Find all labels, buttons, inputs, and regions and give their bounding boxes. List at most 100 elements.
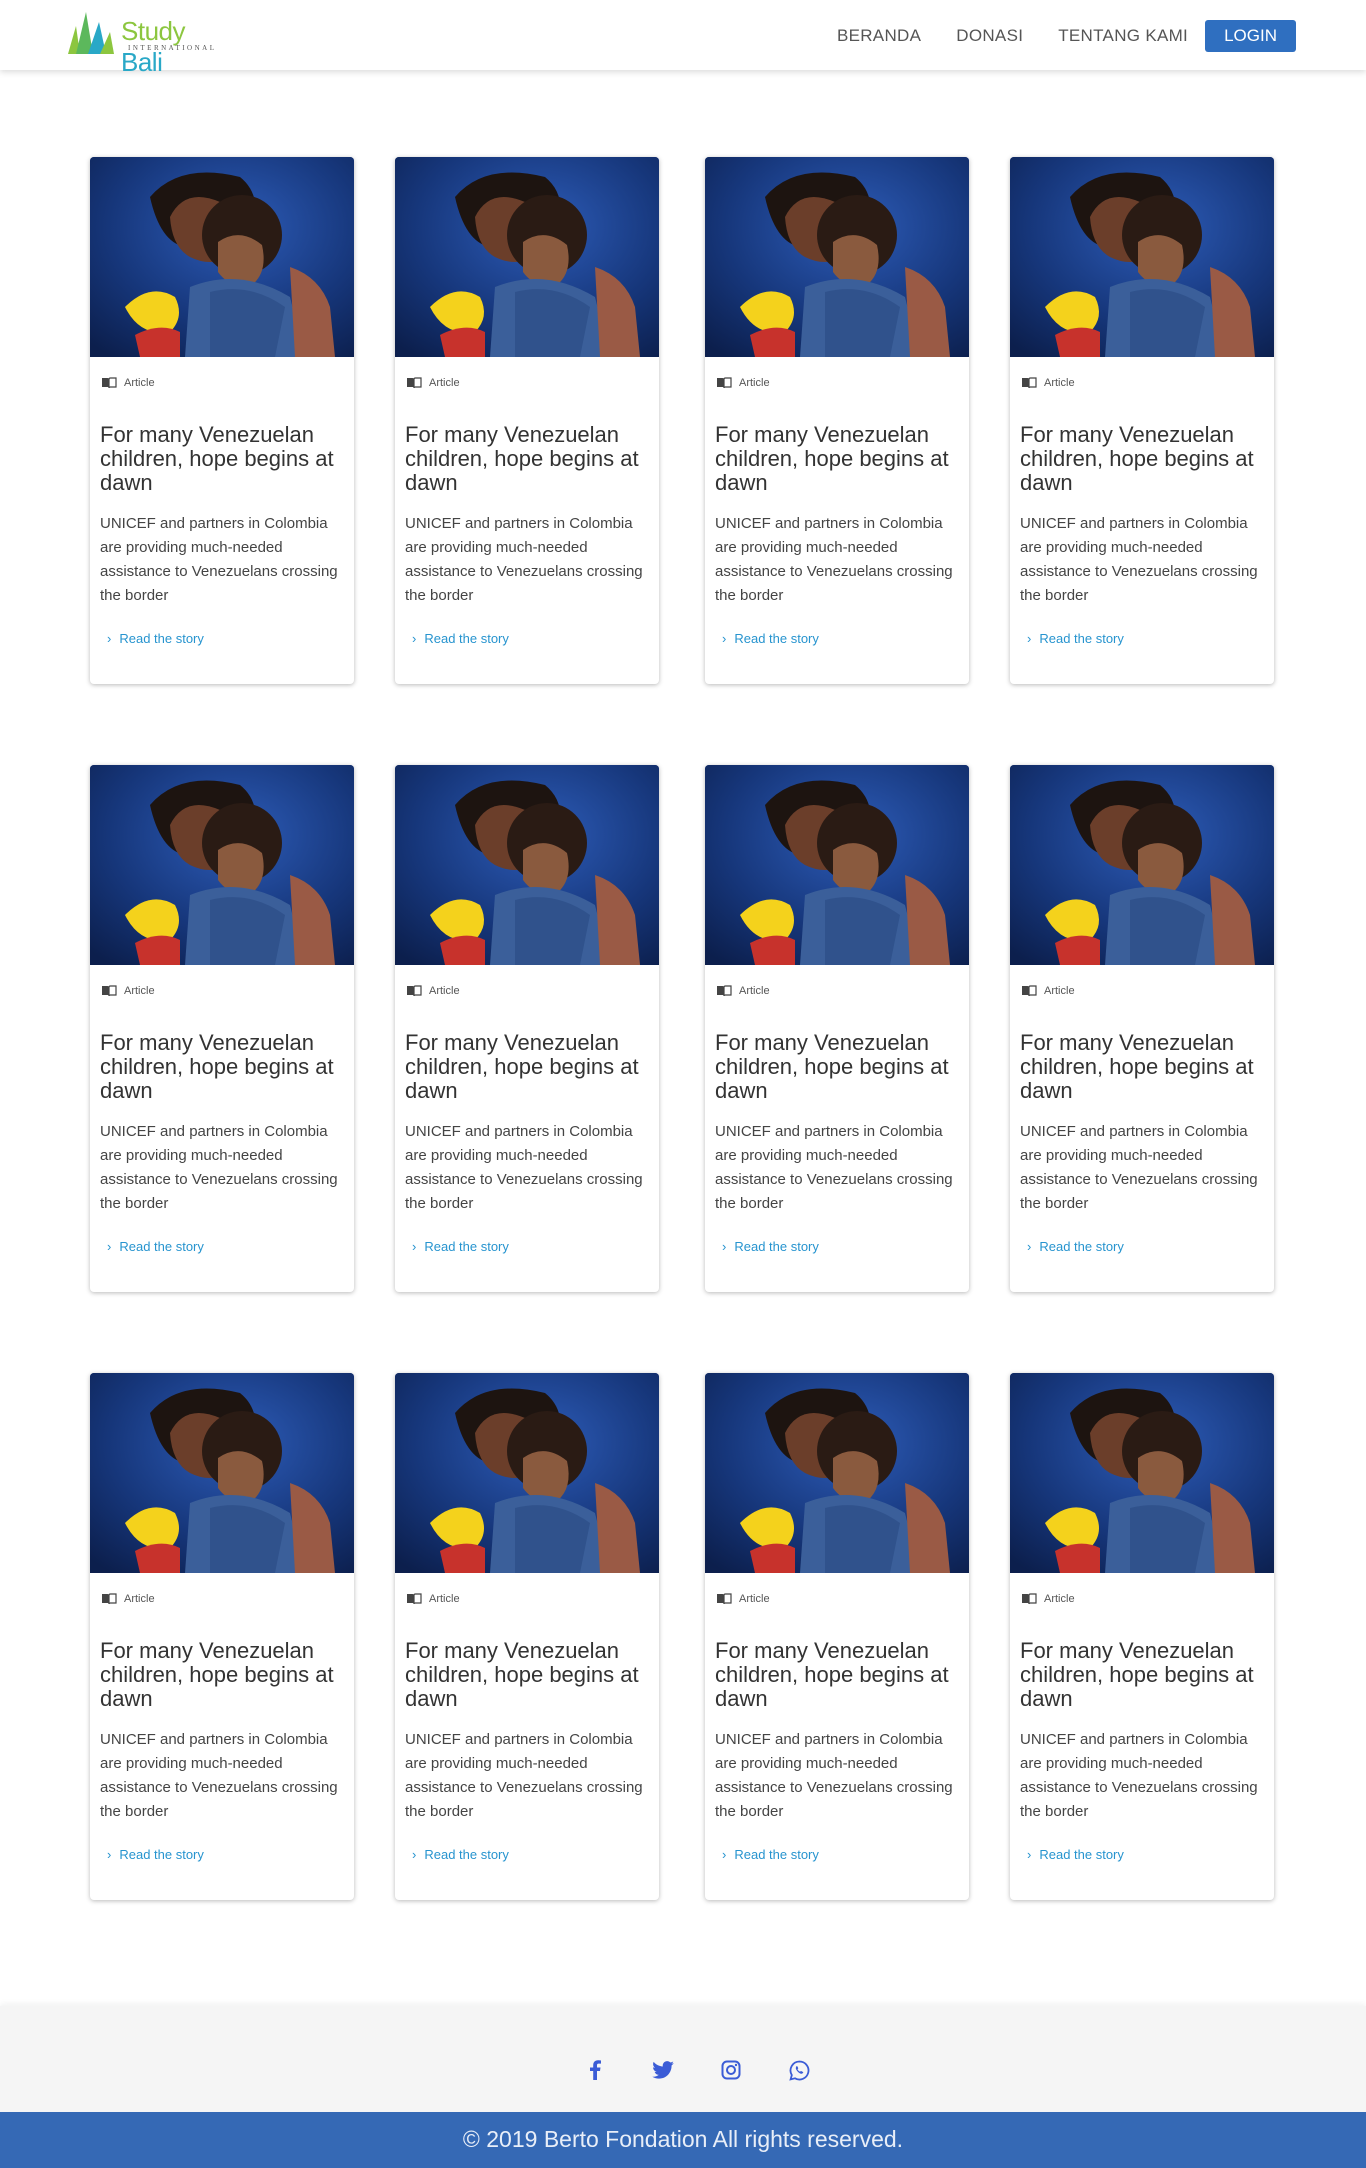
read-story-label: Read the story	[734, 631, 819, 646]
nav-donasi[interactable]: DONASI	[956, 26, 1023, 46]
card-type: Article	[406, 985, 460, 997]
card-image[interactable]	[705, 1373, 969, 1573]
read-story-label: Read the story	[734, 1239, 819, 1254]
read-story-link[interactable]: › Read the story	[1027, 1239, 1124, 1254]
book-icon	[407, 985, 422, 997]
book-icon	[102, 1593, 117, 1605]
card-title[interactable]: For many Venezuelan children, hope begin…	[1020, 423, 1260, 495]
article-photo	[395, 765, 659, 965]
card-title[interactable]: For many Venezuelan children, hope begin…	[715, 1031, 955, 1103]
brand-logo[interactable]: Study Bali INTERNATIONAL	[66, 8, 226, 77]
card-title[interactable]: For many Venezuelan children, hope begin…	[1020, 1031, 1260, 1103]
card-type: Article	[716, 1593, 770, 1605]
brand-subtitle: INTERNATIONAL	[128, 44, 217, 52]
read-story-link[interactable]: › Read the story	[722, 1239, 819, 1254]
card-image[interactable]	[90, 765, 354, 965]
read-story-link[interactable]: › Read the story	[412, 1847, 509, 1862]
instagram-icon[interactable]	[716, 2055, 746, 2085]
card-type: Article	[406, 377, 460, 389]
article-photo	[705, 1373, 969, 1573]
nav-beranda[interactable]: BERANDA	[837, 26, 921, 46]
card-type: Article	[716, 377, 770, 389]
article-card[interactable]: Article For many Venezuelan children, ho…	[1010, 1373, 1274, 1900]
read-story-label: Read the story	[424, 631, 509, 646]
article-card[interactable]: Article For many Venezuelan children, ho…	[395, 765, 659, 1292]
main-nav: BERANDA DONASI TENTANG KAMI LOGIN	[802, 20, 1296, 52]
article-card[interactable]: Article For many Venezuelan children, ho…	[1010, 157, 1274, 684]
login-button[interactable]: LOGIN	[1205, 20, 1296, 52]
read-story-label: Read the story	[119, 1847, 204, 1862]
card-type-label: Article	[429, 985, 460, 997]
card-type-label: Article	[1044, 985, 1075, 997]
nav-tentang-kami[interactable]: TENTANG KAMI	[1058, 26, 1188, 46]
card-title[interactable]: For many Venezuelan children, hope begin…	[100, 1031, 340, 1103]
card-title[interactable]: For many Venezuelan children, hope begin…	[715, 423, 955, 495]
article-photo	[705, 157, 969, 357]
book-icon	[717, 377, 732, 389]
card-type-label: Article	[739, 985, 770, 997]
chevron-right-icon: ›	[412, 631, 417, 646]
card-image[interactable]	[1010, 1373, 1274, 1573]
card-title[interactable]: For many Venezuelan children, hope begin…	[405, 1031, 645, 1103]
whatsapp-icon[interactable]	[784, 2055, 814, 2085]
book-icon	[717, 1593, 732, 1605]
card-title[interactable]: For many Venezuelan children, hope begin…	[405, 423, 645, 495]
read-story-label: Read the story	[1039, 1847, 1124, 1862]
chevron-right-icon: ›	[722, 1239, 727, 1254]
facebook-icon[interactable]	[580, 2055, 610, 2085]
twitter-icon[interactable]	[648, 2055, 678, 2085]
read-story-link[interactable]: › Read the story	[107, 1847, 204, 1862]
card-description: UNICEF and partners in Colombia are prov…	[1020, 515, 1258, 604]
card-type: Article	[101, 1593, 155, 1605]
read-story-link[interactable]: › Read the story	[722, 631, 819, 646]
chevron-right-icon: ›	[722, 631, 727, 646]
card-image[interactable]	[395, 1373, 659, 1573]
card-type-label: Article	[1044, 377, 1075, 389]
card-image[interactable]	[705, 765, 969, 965]
book-icon	[102, 985, 117, 997]
article-card[interactable]: Article For many Venezuelan children, ho…	[395, 1373, 659, 1900]
article-card[interactable]: Article For many Venezuelan children, ho…	[705, 157, 969, 684]
book-icon	[717, 985, 732, 997]
card-title[interactable]: For many Venezuelan children, hope begin…	[405, 1639, 645, 1711]
read-story-link[interactable]: › Read the story	[107, 631, 204, 646]
card-image[interactable]	[395, 157, 659, 357]
read-story-link[interactable]: › Read the story	[412, 1239, 509, 1254]
card-type: Article	[101, 377, 155, 389]
article-photo	[90, 765, 354, 965]
card-title[interactable]: For many Venezuelan children, hope begin…	[100, 423, 340, 495]
article-card[interactable]: Article For many Venezuelan children, ho…	[395, 157, 659, 684]
read-story-link[interactable]: › Read the story	[722, 1847, 819, 1862]
chevron-right-icon: ›	[107, 1239, 112, 1254]
card-image[interactable]	[1010, 157, 1274, 357]
read-story-link[interactable]: › Read the story	[1027, 631, 1124, 646]
read-story-link[interactable]: › Read the story	[412, 631, 509, 646]
article-card[interactable]: Article For many Venezuelan children, ho…	[90, 765, 354, 1292]
card-image[interactable]	[395, 765, 659, 965]
card-title[interactable]: For many Venezuelan children, hope begin…	[715, 1639, 955, 1711]
card-title[interactable]: For many Venezuelan children, hope begin…	[1020, 1639, 1260, 1711]
article-photo	[1010, 157, 1274, 357]
card-image[interactable]	[90, 157, 354, 357]
card-image[interactable]	[1010, 765, 1274, 965]
read-story-label: Read the story	[1039, 631, 1124, 646]
card-type: Article	[101, 985, 155, 997]
article-card[interactable]: Article For many Venezuelan children, ho…	[90, 1373, 354, 1900]
card-description: UNICEF and partners in Colombia are prov…	[100, 1123, 338, 1212]
read-story-link[interactable]: › Read the story	[1027, 1847, 1124, 1862]
article-card[interactable]: Article For many Venezuelan children, ho…	[705, 1373, 969, 1900]
article-card[interactable]: Article For many Venezuelan children, ho…	[1010, 765, 1274, 1292]
card-type: Article	[1021, 377, 1075, 389]
read-story-link[interactable]: › Read the story	[107, 1239, 204, 1254]
card-title[interactable]: For many Venezuelan children, hope begin…	[100, 1639, 340, 1711]
article-photo	[705, 765, 969, 965]
social-links	[580, 2055, 852, 2085]
article-card[interactable]: Article For many Venezuelan children, ho…	[90, 157, 354, 684]
read-story-label: Read the story	[1039, 1239, 1124, 1254]
card-type: Article	[406, 1593, 460, 1605]
book-icon	[1022, 985, 1037, 997]
card-image[interactable]	[705, 157, 969, 357]
card-image[interactable]	[90, 1373, 354, 1573]
article-card[interactable]: Article For many Venezuelan children, ho…	[705, 765, 969, 1292]
card-type: Article	[1021, 1593, 1075, 1605]
